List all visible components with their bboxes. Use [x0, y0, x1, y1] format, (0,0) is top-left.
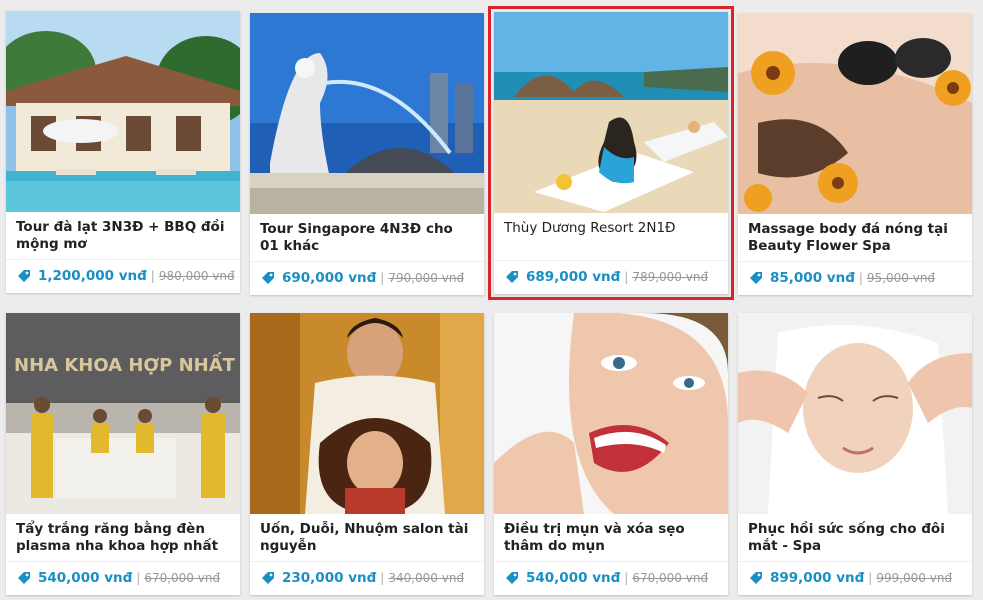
current-price: 690,000 vnđ [282, 270, 377, 286]
current-price: 230,000 vnđ [282, 570, 377, 586]
price-row: 540,000 vnđ | 670,000 vnđ [16, 569, 220, 587]
dental-clinic-photo[interactable]: NHA KHOA HỢP NHẤT [6, 313, 240, 514]
price-row: 540,000 vnđ | 670,000 vnđ [504, 569, 708, 587]
price-tag-icon [750, 272, 762, 284]
price-tag-icon [750, 572, 762, 584]
divider [494, 561, 728, 562]
price-separator: | [380, 571, 385, 585]
price-tag-icon [506, 271, 518, 283]
deal-title[interactable]: Tẩy trắng răng bằng đèn plasma nha khoa … [16, 521, 232, 555]
divider [6, 561, 240, 562]
old-price: 95,000 vnđ [866, 271, 936, 285]
divider [494, 260, 728, 261]
smiling-woman-teeth-photo[interactable] [494, 313, 728, 514]
price-separator: | [380, 271, 385, 285]
price-separator: | [624, 270, 629, 284]
deal-card-selected[interactable]: Thùy Dương Resort 2N1Đ 689,000 vnđ | 789… [488, 6, 734, 300]
divider [738, 261, 972, 262]
deal-card[interactable]: Điều trị mụn và xóa sẹo thâm do mụn 540,… [494, 313, 728, 595]
deal-title[interactable]: Tour Singapore 4N3Đ cho 01 khác [260, 221, 476, 255]
current-price: 540,000 vnđ [526, 570, 621, 586]
current-price: 899,000 vnđ [770, 570, 865, 586]
price-tag-icon [18, 270, 30, 282]
deal-card[interactable]: Tour Singapore 4N3Đ cho 01 khác 690,000 … [250, 13, 484, 295]
old-price: 340,000 vnđ [388, 571, 465, 585]
deal-card[interactable]: Massage body đá nóng tại Beauty Flower S… [738, 13, 972, 295]
old-price: 790,000 vnđ [388, 271, 465, 285]
deal-card[interactable]: Uốn, Duỗi, Nhuộm salon tài nguyễn 230,00… [250, 313, 484, 595]
beach-resort-photo[interactable] [494, 12, 728, 213]
deals-grid: Tour đà lạt 3N3Đ + BBQ đồi mộng mơ 1,200… [0, 0, 983, 600]
deal-card[interactable]: Tour đà lạt 3N3Đ + BBQ đồi mộng mơ 1,200… [6, 11, 240, 293]
price-tag-icon [262, 572, 274, 584]
deal-title[interactable]: Tour đà lạt 3N3Đ + BBQ đồi mộng mơ [16, 219, 232, 253]
divider [250, 261, 484, 262]
current-price: 1,200,000 vnđ [38, 268, 147, 284]
price-row: 899,000 vnđ | 999,000 vnđ [748, 569, 952, 587]
deal-card[interactable]: NHA KHOA HỢP NHẤT Tẩy trắng răng bằng đè… [6, 313, 240, 595]
old-price: 980,000 vnđ [158, 269, 235, 283]
price-tag-icon [506, 572, 518, 584]
current-price: 689,000 vnđ [526, 269, 621, 285]
price-separator: | [624, 571, 629, 585]
divider [6, 259, 240, 260]
price-row: 230,000 vnđ | 340,000 vnđ [260, 569, 464, 587]
deal-title[interactable]: Điều trị mụn và xóa sẹo thâm do mụn [504, 521, 720, 555]
deal-title[interactable]: Thùy Dương Resort 2N1Đ [504, 220, 720, 237]
hair-salon-photo[interactable] [250, 313, 484, 514]
price-row: 689,000 vnđ | 789,000 vnđ [504, 268, 708, 286]
price-separator: | [136, 571, 141, 585]
price-separator: | [868, 571, 873, 585]
old-price: 670,000 vnđ [632, 571, 709, 585]
price-tag-icon [262, 272, 274, 284]
deal-card[interactable]: Phục hồi sức sống cho đôi mắt - Spa 899,… [738, 313, 972, 595]
price-separator: | [858, 271, 863, 285]
old-price: 670,000 vnđ [144, 571, 221, 585]
merlion-singapore-photo[interactable] [250, 13, 484, 214]
clinic-sign: NHA KHOA HỢP NHẤT [14, 352, 236, 376]
price-row: 690,000 vnđ | 790,000 vnđ [260, 269, 464, 287]
deal-title[interactable]: Massage body đá nóng tại Beauty Flower S… [748, 221, 964, 255]
resort-pool-photo[interactable] [6, 11, 240, 212]
divider [250, 561, 484, 562]
divider [738, 561, 972, 562]
price-separator: | [150, 269, 155, 283]
facial-spa-photo[interactable] [738, 313, 972, 514]
current-price: 540,000 vnđ [38, 570, 133, 586]
price-row: 1,200,000 vnđ | 980,000 vnđ [16, 267, 235, 285]
price-row: 85,000 vnđ | 95,000 vnđ [748, 269, 935, 287]
current-price: 85,000 vnđ [770, 270, 855, 286]
old-price: 999,000 vnđ [876, 571, 953, 585]
deal-title[interactable]: Phục hồi sức sống cho đôi mắt - Spa [748, 521, 964, 555]
price-tag-icon [18, 572, 30, 584]
deal-title[interactable]: Uốn, Duỗi, Nhuộm salon tài nguyễn [260, 521, 476, 555]
old-price: 789,000 vnđ [632, 270, 709, 284]
hot-stone-massage-photo[interactable] [738, 13, 972, 214]
